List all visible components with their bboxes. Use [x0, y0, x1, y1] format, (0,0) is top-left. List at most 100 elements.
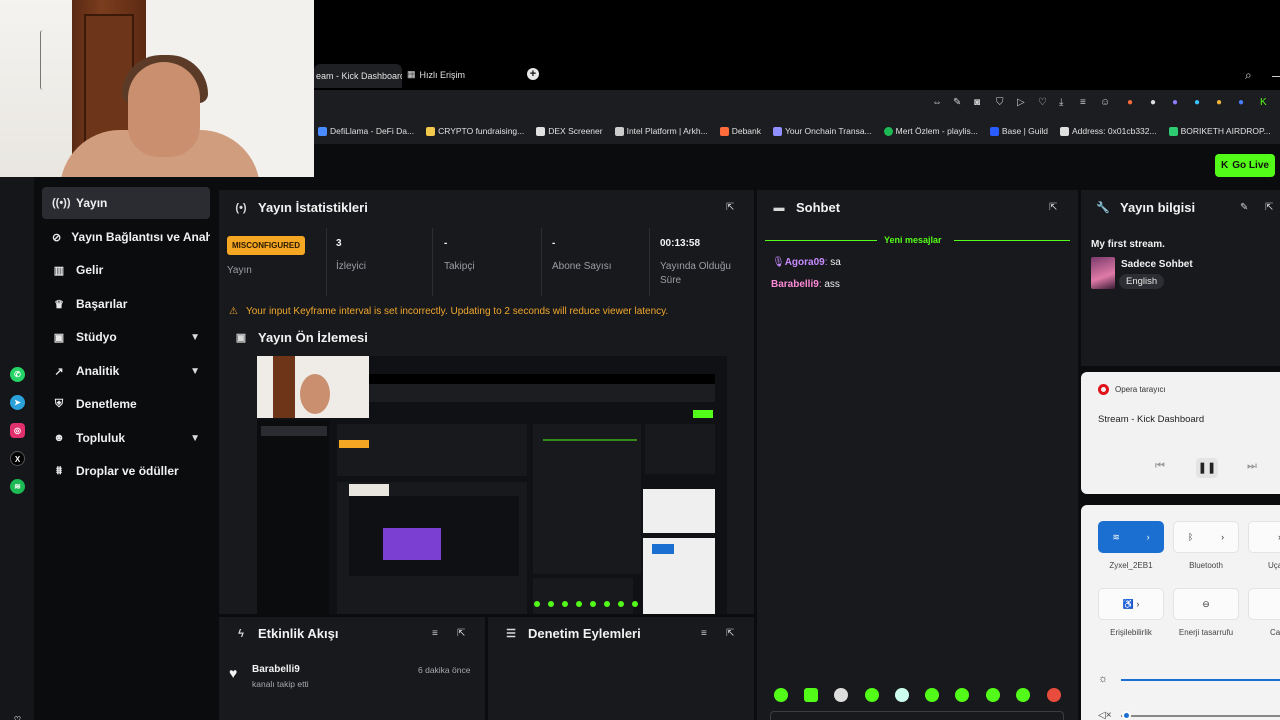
- edit-icon[interactable]: ✎: [953, 97, 961, 108]
- sidebar-item-yayin[interactable]: ((•)) Yayın: [42, 187, 210, 219]
- extension-icon[interactable]: ●: [1238, 97, 1244, 108]
- camera-icon[interactable]: ◙: [974, 97, 980, 108]
- emote-icon[interactable]: [804, 688, 818, 702]
- extension-icon[interactable]: ●: [1172, 97, 1178, 108]
- bookmark[interactable]: Intel Platform | Arkh...: [614, 126, 708, 136]
- chat-user[interactable]: Barabelli9: [771, 279, 819, 290]
- extension-icon[interactable]: ●: [1194, 97, 1200, 108]
- bookmark[interactable]: CRYPTO fundraising...: [426, 126, 524, 136]
- bookmark[interactable]: Your Onchain Transa...: [773, 126, 872, 136]
- emote-icon[interactable]: [834, 688, 848, 702]
- edit-icon[interactable]: ✎: [1240, 202, 1248, 213]
- activity-time: 6 dakika önce: [418, 665, 471, 675]
- go-live-label: Go Live: [1232, 160, 1269, 171]
- bookmark[interactable]: DEX Screener: [536, 126, 603, 136]
- bluetooth-toggle[interactable]: ᛒ ›: [1173, 521, 1239, 553]
- filter-icon[interactable]: ≡: [432, 628, 438, 639]
- sidebar-item-label: Topluluk: [76, 431, 126, 445]
- heart-icon[interactable]: ♡: [1038, 97, 1047, 108]
- chevron-down-icon: ▼: [190, 365, 200, 377]
- popout-icon[interactable]: ⇱: [726, 628, 734, 639]
- x-icon[interactable]: X: [10, 451, 25, 466]
- bookmark[interactable]: Mert Özlem - playlis...: [883, 126, 978, 136]
- bookmark[interactable]: Debank: [719, 126, 761, 136]
- menu-icon[interactable]: ≡: [1080, 97, 1086, 108]
- minimize-icon[interactable]: [1272, 76, 1280, 77]
- stream-preview-video[interactable]: [257, 356, 727, 614]
- emote-icon[interactable]: [774, 688, 788, 702]
- play-icon[interactable]: ▷: [1017, 97, 1025, 108]
- sidebar-item-topluluk[interactable]: ☻ Topluluk ▼: [42, 422, 210, 454]
- download-icon[interactable]: ⤓: [1059, 97, 1063, 108]
- emote-icon[interactable]: [1047, 688, 1061, 702]
- airplane-toggle[interactable]: ›: [1248, 521, 1280, 553]
- telegram-icon[interactable]: ➤: [10, 395, 25, 410]
- volume-slider[interactable]: [1121, 715, 1280, 717]
- media-track: Stream - Kick Dashboard: [1098, 414, 1205, 425]
- bluetooth-icon: ᛒ: [1187, 532, 1194, 542]
- airplane-label: Uçak: [1268, 561, 1280, 570]
- whatsapp-icon[interactable]: ✆: [10, 367, 25, 382]
- emote-icon[interactable]: [925, 688, 939, 702]
- go-live-button[interactable]: K Go Live: [1215, 154, 1275, 177]
- bookmark[interactable]: Address: 0x01cb332...: [1060, 126, 1157, 136]
- tab-quick-access[interactable]: ▦ Hızlı Erişim: [407, 69, 465, 80]
- sidebar-item-denetleme[interactable]: ⛨ Denetleme: [42, 388, 210, 420]
- tab-kick-dashboard[interactable]: eam - Kick Dashboard: [314, 64, 402, 88]
- chat-input[interactable]: [770, 711, 1064, 720]
- bookmark[interactable]: BORIKETH AIRDROP...: [1168, 126, 1271, 136]
- chat-user[interactable]: Agora09: [785, 257, 825, 268]
- stat-viewers: 3 İzleyici: [336, 228, 433, 296]
- volume-thumb[interactable]: [1122, 711, 1131, 720]
- new-tab-button[interactable]: +: [527, 68, 539, 80]
- stream-info-header: 🔧 Yayın bilgisi: [1096, 200, 1195, 215]
- shield-icon[interactable]: ⛉: [996, 97, 1004, 108]
- previous-icon[interactable]: ⏮: [1155, 460, 1165, 473]
- kick-extension-icon[interactable]: K: [1260, 97, 1267, 108]
- sidebar-item-stream-key[interactable]: ⊘ Yayın Bağlantısı ve Anahtarı: [42, 221, 210, 253]
- sidebar-item-label: Denetleme: [76, 397, 137, 411]
- sidebar-item-studyo[interactable]: ▣ Stüdyo ▼: [42, 321, 210, 353]
- popout-icon[interactable]: ⇱: [1265, 202, 1273, 213]
- stat-label: Yayında Olduğu Süre: [660, 261, 731, 286]
- quick-settings-flyout: ≋› Zyxel_2EB1 ᛒ› Bluetooth › Uçak ♿ › Er…: [1081, 505, 1280, 720]
- broadcast-icon: ((•)): [52, 197, 71, 209]
- instagram-icon[interactable]: ◎: [10, 423, 25, 438]
- bookmark[interactable]: Base | Guild: [989, 126, 1048, 136]
- profile-icon[interactable]: ☺: [1100, 97, 1110, 108]
- emote-icon[interactable]: [955, 688, 969, 702]
- sidebar-item-gelir[interactable]: ▥ Gelir: [42, 254, 210, 286]
- sidebar-item-basarilar[interactable]: ♛ Başarılar: [42, 288, 210, 320]
- extension-icon[interactable]: ●: [1216, 97, 1222, 108]
- activity-user[interactable]: Barabelli9: [252, 664, 300, 675]
- link-icon[interactable]: ⇔: [932, 97, 942, 108]
- emote-icon[interactable]: [986, 688, 1000, 702]
- heart-icon[interactable]: ♡: [10, 712, 25, 720]
- popout-icon[interactable]: ⇱: [726, 202, 734, 213]
- emote-icon[interactable]: [895, 688, 909, 702]
- sidebar-item-droplar[interactable]: ⩩ Droplar ve ödüller: [42, 455, 210, 487]
- energy-saver-toggle[interactable]: ⊖: [1173, 588, 1239, 620]
- category-name[interactable]: Sadece Sohbet: [1121, 259, 1193, 270]
- spotify-icon[interactable]: ≋: [10, 479, 25, 494]
- screen: eam - Kick Dashboard ▦ Hızlı Erişim + ⌕ …: [0, 0, 1280, 720]
- next-icon[interactable]: ⏭: [1247, 460, 1257, 473]
- filter-icon[interactable]: ≡: [701, 628, 707, 639]
- bookmark[interactable]: DefiLlama - DeFi Da...: [318, 126, 414, 136]
- live-captions-toggle[interactable]: [1248, 588, 1280, 620]
- extension-icon[interactable]: ●: [1127, 97, 1133, 108]
- sidebar-item-analitik[interactable]: ↗ Analitik ▼: [42, 355, 210, 387]
- popout-icon[interactable]: ⇱: [457, 628, 465, 639]
- pause-button[interactable]: ❚❚: [1196, 458, 1218, 478]
- wifi-toggle[interactable]: ≋ ›: [1098, 521, 1164, 553]
- sidebar-item-label: Başarılar: [76, 297, 128, 311]
- brightness-slider[interactable]: [1121, 679, 1280, 681]
- extension-icon[interactable]: ●: [1150, 97, 1156, 108]
- accessibility-toggle[interactable]: ♿ ›: [1098, 588, 1164, 620]
- popout-icon[interactable]: ⇱: [1049, 202, 1057, 213]
- emote-icon[interactable]: [865, 688, 879, 702]
- tab-search-icon[interactable]: ⌕: [1245, 68, 1252, 83]
- broadcast-icon: (•): [235, 201, 247, 214]
- stat-value: 3: [336, 238, 342, 249]
- emote-icon[interactable]: [1016, 688, 1030, 702]
